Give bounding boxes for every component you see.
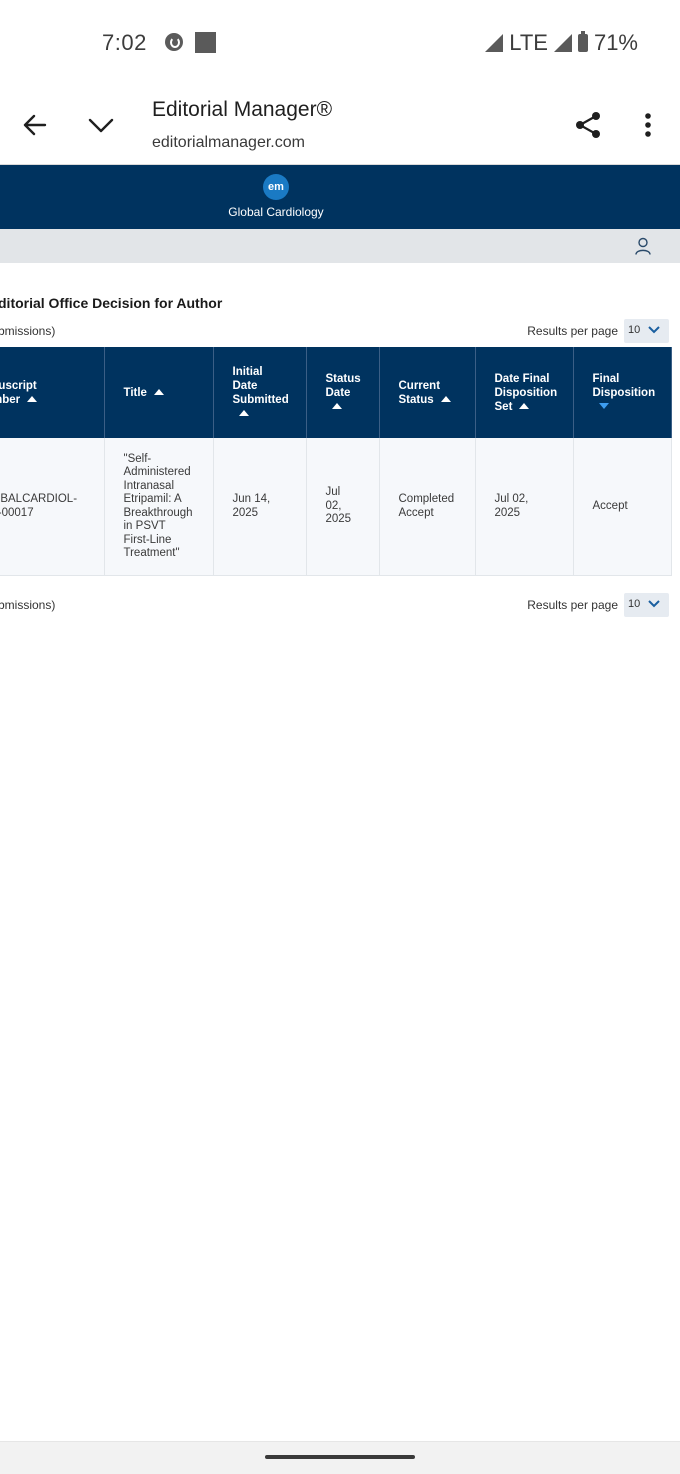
cell-title[interactable]: "Self- Administered Intranasal Etripamil… [104, 438, 214, 576]
results-per-page-label-bottom: Results per page [527, 598, 618, 612]
network-type: LTE [509, 30, 548, 55]
battery-level: 71% [593, 30, 638, 55]
notification-icon [195, 32, 216, 53]
header-status-date[interactable]: Status Date [306, 347, 380, 438]
journal-name: Global Cardiology [228, 205, 324, 219]
page-url[interactable]: editorialmanager.com [152, 134, 305, 152]
gesture-nav-bar [0, 1441, 680, 1474]
sort-ascending-icon[interactable] [519, 403, 530, 410]
cell-signal-icon [553, 34, 572, 52]
header-title[interactable]: Title [104, 347, 214, 438]
sort-ascending-icon[interactable] [238, 410, 249, 417]
header-initial-date-submitted[interactable]: Initial Date Submitted [213, 347, 307, 438]
status-bar: 7:02 LTE 71% [0, 0, 680, 86]
header-date-final-disposition-set[interactable]: Date Final Disposition Set [475, 347, 574, 438]
site-header: em Global Cardiology [0, 165, 680, 229]
results-per-page-select-top[interactable]: 10 [624, 319, 669, 343]
results-table: anuscript umber Title Initial Date Submi… [0, 347, 672, 576]
page-title: Editorial Manager® [152, 98, 333, 121]
results-per-page-label-top: Results per page [527, 324, 618, 338]
sort-ascending-icon[interactable] [331, 403, 342, 410]
cell-date-final-disposition-set: Jul 02, 2025 [475, 438, 574, 576]
more-options-icon[interactable] [636, 110, 660, 140]
results-per-page-value: 10 [628, 598, 641, 610]
browser-toolbar: Editorial Manager® editorialmanager.com [0, 86, 680, 165]
table-row[interactable]: LOBALCARDIOL- 25-00017 "Self- Administer… [0, 438, 672, 576]
sync-icon [165, 33, 183, 51]
header-final-disposition[interactable]: Final Disposition [573, 347, 672, 438]
sort-descending-icon[interactable] [598, 403, 609, 410]
status-time: 7:02 [102, 30, 147, 55]
back-arrow-icon[interactable] [20, 110, 50, 140]
cell-final-disposition: Accept [573, 438, 672, 576]
status-indicators: LTE 71% [485, 30, 638, 56]
user-bar [0, 229, 680, 263]
home-handle[interactable] [265, 1455, 415, 1459]
user-icon[interactable] [634, 237, 652, 255]
submissions-count-bottom: bmissions) [0, 598, 56, 612]
submissions-count-top: bmissions) [0, 324, 56, 338]
sort-ascending-icon[interactable] [153, 389, 164, 396]
sort-ascending-icon[interactable] [27, 396, 38, 403]
header-manuscript-number[interactable]: anuscript umber [0, 347, 105, 438]
em-logo[interactable]: em [263, 174, 289, 200]
chevron-down-icon [648, 326, 660, 334]
cell-manuscript-number[interactable]: LOBALCARDIOL- 25-00017 [0, 438, 105, 576]
header-current-status[interactable]: Current Status [379, 347, 476, 438]
results-per-page-value: 10 [628, 324, 641, 336]
share-icon[interactable] [573, 110, 603, 140]
chevron-down-icon [648, 600, 660, 608]
cell-initial-date-submitted: Jun 14, 2025 [213, 438, 307, 576]
cell-current-status: Completed Accept [379, 438, 476, 576]
cell-status-date: Jul 02, 2025 [306, 438, 380, 576]
sort-ascending-icon[interactable] [440, 396, 451, 403]
chevron-down-icon[interactable] [86, 110, 116, 140]
results-per-page-select-bottom[interactable]: 10 [624, 593, 669, 617]
battery-icon [577, 31, 588, 52]
section-heading: ditorial Office Decision for Author [0, 295, 223, 311]
table-header-row: anuscript umber Title Initial Date Submi… [0, 347, 672, 438]
wifi-signal-icon [485, 34, 504, 52]
